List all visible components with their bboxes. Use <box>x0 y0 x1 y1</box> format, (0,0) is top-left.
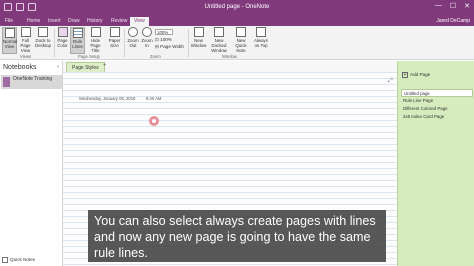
page-width-icon: ⊟ <box>155 44 159 49</box>
zoom-in-button[interactable]: Zoom In <box>140 27 154 54</box>
group-label-window: Window <box>222 54 237 59</box>
tab-home[interactable]: Home <box>27 18 40 24</box>
page-color-icon <box>57 27 68 37</box>
page-item-index-card[interactable]: 3x5 Index Card Page <box>401 113 473 121</box>
tab-history[interactable]: History <box>87 18 103 24</box>
group-divider <box>188 29 189 57</box>
quick-notes-link[interactable]: Quick Notes <box>2 257 35 263</box>
new-quick-note-button[interactable]: New Quick Note <box>231 27 251 54</box>
user-name[interactable]: Jared DeCamp <box>436 18 470 24</box>
zoom-in-icon <box>142 27 152 37</box>
group-divider <box>124 29 125 57</box>
tab-file[interactable]: File <box>5 18 13 24</box>
tab-review[interactable]: Review <box>111 18 127 24</box>
full-page-view-button[interactable]: Full Page View <box>18 27 33 54</box>
group-label-views: Views <box>20 54 32 59</box>
new-window-icon <box>193 27 204 37</box>
full-page-view-icon <box>20 27 31 37</box>
normal-view-icon <box>4 28 15 38</box>
group-label-page-setup: Page Setup <box>78 54 100 59</box>
page-color-button[interactable]: Page Color <box>55 27 70 54</box>
rule-lines-button[interactable]: Rule Lines <box>70 27 85 54</box>
ribbon-tabs: File Home Insert Draw History Review Vie… <box>0 17 474 26</box>
page-list: Untitled page Rule Line Page Different C… <box>401 89 473 121</box>
ribbon: Normal View Full Page View Dock to Deskt… <box>0 26 474 60</box>
dock-icon <box>38 27 48 37</box>
section-tabs: Page Styles + <box>63 61 397 72</box>
zoom-combo[interactable]: 100% <box>155 29 173 35</box>
page-item-rule-line[interactable]: Rule Line Page <box>401 97 473 105</box>
notebooks-header[interactable]: Notebooks <box>3 64 36 71</box>
normal-view-button[interactable]: Normal View <box>2 27 17 54</box>
page-width-button[interactable]: ⊟ Page Width <box>155 44 184 50</box>
expand-icon[interactable]: ⤢ <box>388 78 393 85</box>
section-tab-page-styles[interactable]: Page Styles <box>66 62 105 72</box>
cursor-highlight-icon <box>149 116 159 126</box>
new-docked-window-icon <box>214 27 224 37</box>
plus-icon: + <box>402 72 408 78</box>
page-time: 9:40 AM <box>146 96 162 101</box>
zoom-100-button[interactable]: ⊡ 100% <box>155 37 172 43</box>
tab-insert[interactable]: Insert <box>48 18 61 24</box>
notebooks-pane: Notebooks ‹ OneNote Training Quick Notes <box>0 61 63 266</box>
zoom-out-button[interactable]: Zoom Out <box>126 27 140 54</box>
zoom-out-icon <box>128 27 138 37</box>
hide-page-title-button[interactable]: Hide Page Title <box>86 27 105 54</box>
zoom-input[interactable]: 100% <box>155 29 173 35</box>
new-window-button[interactable]: New Window <box>190 27 207 54</box>
notebook-label: OneNote Training <box>13 76 53 82</box>
close-button[interactable]: ✕ <box>464 2 470 10</box>
title-bar: Untitled page - OneNote — ☐ ✕ <box>0 0 474 17</box>
minimize-button[interactable]: — <box>435 2 442 10</box>
group-label-zoom: Zoom <box>150 54 161 59</box>
new-docked-window-button[interactable]: New Docked Window <box>209 27 229 54</box>
notebook-icon <box>3 77 10 87</box>
zoom-100-icon: ⊡ <box>155 37 159 42</box>
paper-size-icon <box>109 27 120 37</box>
page-item-untitled[interactable]: Untitled page <box>401 89 473 97</box>
maximize-button[interactable]: ☐ <box>450 2 456 10</box>
tab-draw[interactable]: Draw <box>68 18 80 24</box>
rule-lines-icon <box>72 28 83 38</box>
dock-to-desktop-button[interactable]: Dock to Desktop <box>34 27 52 54</box>
always-on-top-button[interactable]: Always on Top <box>253 27 269 54</box>
notebook-item[interactable]: OneNote Training <box>1 75 62 89</box>
page-date: Wednesday, January 06, 2016 <box>79 96 136 101</box>
add-page-button[interactable]: + Add Page <box>402 72 430 78</box>
hide-title-icon <box>90 27 101 37</box>
pages-pane: + Add Page Untitled page Rule Line Page D… <box>397 61 474 266</box>
collapse-icon[interactable]: ‹ <box>57 64 59 70</box>
quick-note-icon <box>236 27 246 37</box>
pin-icon <box>256 27 266 37</box>
tab-view[interactable]: View <box>130 17 149 26</box>
quick-notes-icon <box>2 257 8 263</box>
video-caption: You can also select always create pages … <box>88 210 386 262</box>
add-section-button[interactable]: + <box>103 63 107 69</box>
paper-size-button[interactable]: Paper Size <box>107 27 122 54</box>
page-item-different-colored[interactable]: Different Colored Page <box>401 105 473 113</box>
window-title: Untitled page - OneNote <box>204 4 270 10</box>
